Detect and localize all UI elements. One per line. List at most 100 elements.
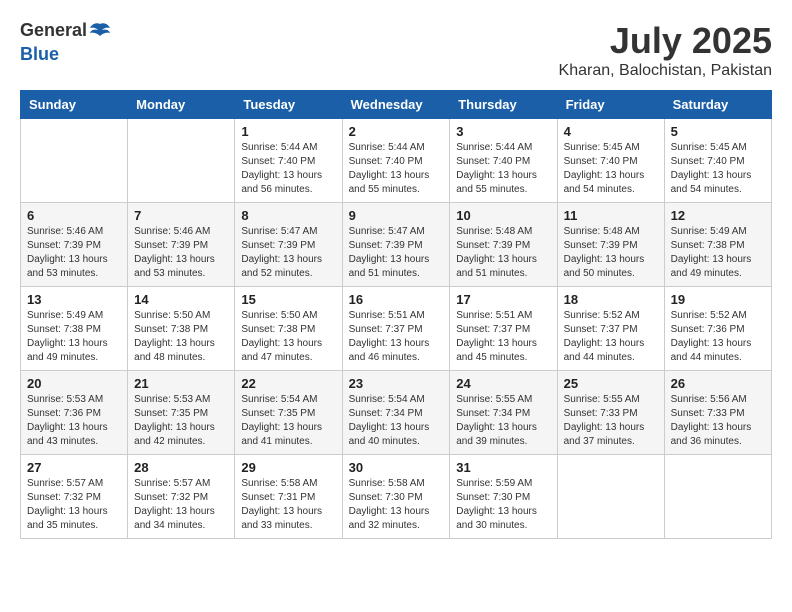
- day-info: Sunrise: 5:58 AM Sunset: 7:30 PM Dayligh…: [349, 477, 444, 533]
- day-info: Sunrise: 5:58 AM Sunset: 7:31 PM Dayligh…: [241, 477, 335, 533]
- calendar-cell: 27 Sunrise: 5:57 AM Sunset: 7:32 PM Dayli…: [21, 455, 128, 539]
- logo: General Blue: [20, 20, 113, 65]
- day-number: 15: [241, 292, 335, 307]
- title-area: July 2025 Kharan, Balochistan, Pakistan: [559, 20, 772, 80]
- calendar-cell: 31 Sunrise: 5:59 AM Sunset: 7:30 PM Dayli…: [450, 455, 557, 539]
- weekday-header-friday: Friday: [557, 91, 664, 119]
- weekday-header-sunday: Sunday: [21, 91, 128, 119]
- day-number: 24: [456, 376, 550, 391]
- calendar-cell: 22 Sunrise: 5:54 AM Sunset: 7:35 PM Dayli…: [235, 371, 342, 455]
- day-info: Sunrise: 5:47 AM Sunset: 7:39 PM Dayligh…: [349, 225, 444, 281]
- day-number: 27: [27, 460, 121, 475]
- day-info: Sunrise: 5:49 AM Sunset: 7:38 PM Dayligh…: [27, 309, 121, 365]
- day-number: 10: [456, 208, 550, 223]
- weekday-header-saturday: Saturday: [664, 91, 771, 119]
- calendar-body: 1 Sunrise: 5:44 AM Sunset: 7:40 PM Daylig…: [21, 119, 772, 539]
- day-info: Sunrise: 5:54 AM Sunset: 7:35 PM Dayligh…: [241, 393, 335, 449]
- calendar-cell: [128, 119, 235, 203]
- day-info: Sunrise: 5:45 AM Sunset: 7:40 PM Dayligh…: [564, 141, 658, 197]
- day-number: 8: [241, 208, 335, 223]
- month-title: July 2025: [559, 20, 772, 62]
- day-info: Sunrise: 5:46 AM Sunset: 7:39 PM Dayligh…: [134, 225, 228, 281]
- calendar-cell: 18Sunrise: 5:52 AM Sunset: 7:37 PM Dayli…: [557, 287, 664, 371]
- day-info: Sunrise: 5:59 AM Sunset: 7:30 PM Dayligh…: [456, 477, 550, 533]
- day-number: 22: [241, 376, 335, 391]
- day-info: Sunrise: 5:57 AM Sunset: 7:32 PM Dayligh…: [134, 477, 228, 533]
- day-info: Sunrise: 5:56 AM Sunset: 7:33 PM Dayligh…: [671, 393, 765, 449]
- calendar-cell: 16Sunrise: 5:51 AM Sunset: 7:37 PM Dayli…: [342, 287, 450, 371]
- calendar-week-4: 20Sunrise: 5:53 AM Sunset: 7:36 PM Dayli…: [21, 371, 772, 455]
- day-number: 19: [671, 292, 765, 307]
- day-number: 11: [564, 208, 658, 223]
- weekday-header-wednesday: Wednesday: [342, 91, 450, 119]
- day-number: 2: [349, 124, 444, 139]
- calendar-cell: 23Sunrise: 5:54 AM Sunset: 7:34 PM Dayli…: [342, 371, 450, 455]
- day-number: 9: [349, 208, 444, 223]
- calendar-cell: 7Sunrise: 5:46 AM Sunset: 7:39 PM Daylig…: [128, 203, 235, 287]
- calendar-cell: 11 Sunrise: 5:48 AM Sunset: 7:39 PM Dayli…: [557, 203, 664, 287]
- day-number: 25: [564, 376, 658, 391]
- logo-bird-icon: [88, 20, 112, 44]
- day-info: Sunrise: 5:53 AM Sunset: 7:35 PM Dayligh…: [134, 393, 228, 449]
- calendar-cell: 5Sunrise: 5:45 AM Sunset: 7:40 PM Daylig…: [664, 119, 771, 203]
- day-info: Sunrise: 5:52 AM Sunset: 7:36 PM Dayligh…: [671, 309, 765, 365]
- logo-text: General Blue: [20, 20, 113, 65]
- day-number: 23: [349, 376, 444, 391]
- day-number: 31: [456, 460, 550, 475]
- calendar-cell: 21 Sunrise: 5:53 AM Sunset: 7:35 PM Dayli…: [128, 371, 235, 455]
- day-info: Sunrise: 5:44 AM Sunset: 7:40 PM Dayligh…: [241, 141, 335, 197]
- location-title: Kharan, Balochistan, Pakistan: [559, 62, 772, 80]
- logo-general: General: [20, 20, 87, 40]
- day-info: Sunrise: 5:50 AM Sunset: 7:38 PM Dayligh…: [241, 309, 335, 365]
- calendar-cell: 29Sunrise: 5:58 AM Sunset: 7:31 PM Dayli…: [235, 455, 342, 539]
- weekday-header-thursday: Thursday: [450, 91, 557, 119]
- calendar-cell: 19 Sunrise: 5:52 AM Sunset: 7:36 PM Dayli…: [664, 287, 771, 371]
- day-number: 3: [456, 124, 550, 139]
- calendar-week-2: 6 Sunrise: 5:46 AM Sunset: 7:39 PM Daylig…: [21, 203, 772, 287]
- day-number: 30: [349, 460, 444, 475]
- day-number: 28: [134, 460, 228, 475]
- calendar-cell: 3Sunrise: 5:44 AM Sunset: 7:40 PM Daylig…: [450, 119, 557, 203]
- calendar-cell: 14 Sunrise: 5:50 AM Sunset: 7:38 PM Dayli…: [128, 287, 235, 371]
- calendar-week-1: 1 Sunrise: 5:44 AM Sunset: 7:40 PM Daylig…: [21, 119, 772, 203]
- calendar-cell: 1 Sunrise: 5:44 AM Sunset: 7:40 PM Daylig…: [235, 119, 342, 203]
- calendar-cell: 10Sunrise: 5:48 AM Sunset: 7:39 PM Dayli…: [450, 203, 557, 287]
- day-info: Sunrise: 5:51 AM Sunset: 7:37 PM Dayligh…: [456, 309, 550, 365]
- weekday-header-row: SundayMondayTuesdayWednesdayThursdayFrid…: [21, 91, 772, 119]
- day-info: Sunrise: 5:50 AM Sunset: 7:38 PM Dayligh…: [134, 309, 228, 365]
- calendar-cell: [21, 119, 128, 203]
- calendar-header: SundayMondayTuesdayWednesdayThursdayFrid…: [21, 91, 772, 119]
- day-number: 17: [456, 292, 550, 307]
- calendar-cell: 12 Sunrise: 5:49 AM Sunset: 7:38 PM Dayli…: [664, 203, 771, 287]
- day-info: Sunrise: 5:46 AM Sunset: 7:39 PM Dayligh…: [27, 225, 121, 281]
- day-info: Sunrise: 5:51 AM Sunset: 7:37 PM Dayligh…: [349, 309, 444, 365]
- calendar-cell: [557, 455, 664, 539]
- day-number: 14: [134, 292, 228, 307]
- calendar-cell: 28 Sunrise: 5:57 AM Sunset: 7:32 PM Dayli…: [128, 455, 235, 539]
- day-number: 21: [134, 376, 228, 391]
- day-info: Sunrise: 5:49 AM Sunset: 7:38 PM Dayligh…: [671, 225, 765, 281]
- day-info: Sunrise: 5:55 AM Sunset: 7:33 PM Dayligh…: [564, 393, 658, 449]
- day-number: 1: [241, 124, 335, 139]
- calendar-cell: 20Sunrise: 5:53 AM Sunset: 7:36 PM Dayli…: [21, 371, 128, 455]
- calendar-week-5: 27 Sunrise: 5:57 AM Sunset: 7:32 PM Dayli…: [21, 455, 772, 539]
- day-number: 6: [27, 208, 121, 223]
- calendar-cell: 24 Sunrise: 5:55 AM Sunset: 7:34 PM Dayli…: [450, 371, 557, 455]
- day-number: 12: [671, 208, 765, 223]
- calendar-cell: 17 Sunrise: 5:51 AM Sunset: 7:37 PM Dayli…: [450, 287, 557, 371]
- day-number: 26: [671, 376, 765, 391]
- day-number: 18: [564, 292, 658, 307]
- calendar-cell: 26 Sunrise: 5:56 AM Sunset: 7:33 PM Dayli…: [664, 371, 771, 455]
- calendar-cell: 15 Sunrise: 5:50 AM Sunset: 7:38 PM Dayli…: [235, 287, 342, 371]
- day-info: Sunrise: 5:53 AM Sunset: 7:36 PM Dayligh…: [27, 393, 121, 449]
- day-info: Sunrise: 5:55 AM Sunset: 7:34 PM Dayligh…: [456, 393, 550, 449]
- day-number: 4: [564, 124, 658, 139]
- calendar-cell: 9 Sunrise: 5:47 AM Sunset: 7:39 PM Daylig…: [342, 203, 450, 287]
- day-info: Sunrise: 5:48 AM Sunset: 7:39 PM Dayligh…: [564, 225, 658, 281]
- page-header: General Blue July 2025 Kharan, Balochist…: [20, 20, 772, 80]
- day-info: Sunrise: 5:47 AM Sunset: 7:39 PM Dayligh…: [241, 225, 335, 281]
- day-info: Sunrise: 5:57 AM Sunset: 7:32 PM Dayligh…: [27, 477, 121, 533]
- calendar-cell: 4 Sunrise: 5:45 AM Sunset: 7:40 PM Daylig…: [557, 119, 664, 203]
- calendar-cell: [664, 455, 771, 539]
- calendar-cell: 8 Sunrise: 5:47 AM Sunset: 7:39 PM Daylig…: [235, 203, 342, 287]
